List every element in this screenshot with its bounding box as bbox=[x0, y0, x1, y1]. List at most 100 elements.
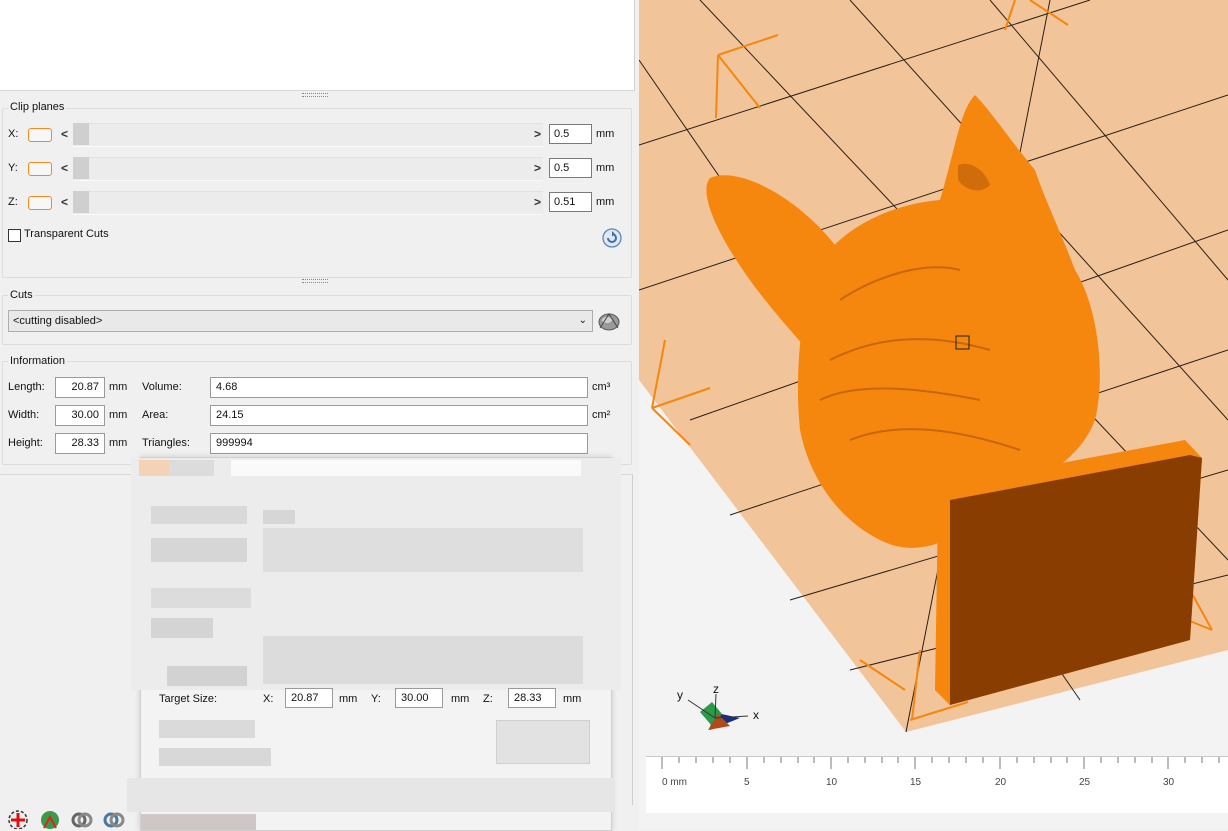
ruler-label-0: 0 mm bbox=[662, 777, 687, 788]
split-icon[interactable] bbox=[102, 808, 126, 829]
width-field: 30.00 bbox=[55, 405, 105, 426]
clip-z-color-swatch[interactable] bbox=[28, 196, 52, 210]
chevron-down-icon: ⌄ bbox=[578, 315, 587, 326]
clip-y-color-swatch[interactable] bbox=[28, 162, 52, 176]
clip-y-unit: mm bbox=[596, 162, 615, 174]
length-field: 20.87 bbox=[55, 377, 105, 398]
clip-x-unit: mm bbox=[596, 128, 615, 140]
pixelated-block bbox=[167, 666, 247, 686]
axis-x-label: x bbox=[753, 708, 759, 722]
pixelated-block bbox=[151, 506, 247, 524]
scale-dialog: Target Size: X: 20.87 mm Y: 30.00 mm Z: … bbox=[127, 457, 621, 831]
clip-z-left-arrow[interactable]: < bbox=[61, 195, 68, 209]
clip-x-label: X: bbox=[8, 128, 19, 140]
add-part-icon[interactable] bbox=[6, 808, 30, 829]
axis-triad bbox=[687, 693, 749, 730]
clip-x-slider[interactable] bbox=[73, 123, 543, 147]
transparent-cuts-label: Transparent Cuts bbox=[24, 228, 109, 240]
target-x-input[interactable]: 20.87 bbox=[285, 688, 333, 708]
volume-label: Volume: bbox=[142, 381, 182, 393]
ruler-label-30: 30 bbox=[1163, 777, 1175, 788]
clip-z-slider[interactable] bbox=[73, 191, 543, 215]
target-x-label: X: bbox=[263, 693, 274, 705]
ruler-label-15: 15 bbox=[910, 777, 922, 788]
target-z-unit: mm bbox=[563, 693, 582, 705]
volume-unit: cm³ bbox=[592, 381, 611, 393]
splitter-grip[interactable] bbox=[302, 93, 328, 97]
width-unit: mm bbox=[109, 409, 128, 421]
width-label: Width: bbox=[8, 409, 40, 421]
triangles-label: Triangles: bbox=[142, 437, 190, 449]
clip-y-left-arrow[interactable]: < bbox=[61, 161, 68, 175]
clip-x-color-swatch[interactable] bbox=[28, 128, 52, 142]
pixelated-block bbox=[127, 778, 613, 812]
cuts-dropdown-value: <cutting disabled> bbox=[13, 315, 103, 327]
clip-y-input[interactable]: 0.5 bbox=[549, 158, 592, 178]
axis-z-label: z bbox=[713, 682, 719, 696]
clip-z-label: Z: bbox=[8, 196, 18, 208]
cut-tool-icon[interactable] bbox=[597, 310, 621, 332]
triangles-field: 999994 bbox=[210, 433, 588, 454]
merge-icon[interactable] bbox=[70, 808, 94, 829]
information-title: Information bbox=[8, 355, 68, 367]
target-z-input[interactable]: 28.33 bbox=[508, 688, 556, 708]
clip-z-input[interactable]: 0.51 bbox=[549, 192, 592, 212]
pixelated-block bbox=[263, 528, 583, 572]
clip-x-slider-thumb[interactable] bbox=[73, 123, 89, 145]
pixelated-block bbox=[151, 588, 251, 608]
scene-svg bbox=[639, 0, 1228, 733]
target-z-label: Z: bbox=[483, 693, 493, 705]
pixelated-block bbox=[231, 460, 581, 476]
target-y-input[interactable]: 30.00 bbox=[395, 688, 443, 708]
ruler: 0 mm 5 10 15 20 25 30 bbox=[646, 756, 1228, 813]
cuts-title: Cuts bbox=[8, 289, 35, 301]
pixelated-block bbox=[263, 510, 295, 524]
ruler-label-10: 10 bbox=[826, 777, 838, 788]
clip-y-slider[interactable] bbox=[73, 157, 543, 181]
pixelated-block bbox=[141, 814, 256, 830]
target-y-unit: mm bbox=[451, 693, 470, 705]
ruler-ticks bbox=[661, 757, 1220, 769]
splitter-grip-2[interactable] bbox=[302, 279, 328, 283]
ruler-label-25: 25 bbox=[1079, 777, 1091, 788]
height-unit: mm bbox=[109, 437, 128, 449]
clip-x-left-arrow[interactable]: < bbox=[61, 127, 68, 141]
height-label: Height: bbox=[8, 437, 43, 449]
area-field: 24.15 bbox=[210, 405, 588, 426]
volume-field: 4.68 bbox=[210, 377, 588, 398]
pixelated-button[interactable] bbox=[496, 720, 590, 764]
pixelated-block bbox=[159, 748, 271, 766]
ruler-label-20: 20 bbox=[995, 777, 1007, 788]
target-y-label: Y: bbox=[371, 693, 381, 705]
pixelated-block bbox=[263, 636, 583, 684]
clip-planes-title: Clip planes bbox=[8, 101, 67, 113]
pixelated-block bbox=[139, 460, 169, 476]
clip-y-right-arrow[interactable]: > bbox=[534, 161, 541, 175]
clip-y-slider-thumb[interactable] bbox=[73, 157, 89, 179]
object-list-area[interactable] bbox=[0, 0, 635, 91]
area-label: Area: bbox=[142, 409, 169, 421]
transparent-cuts-checkbox[interactable] bbox=[8, 229, 21, 242]
repair-icon[interactable] bbox=[38, 808, 62, 829]
reset-clip-icon[interactable] bbox=[602, 228, 622, 248]
clip-z-right-arrow[interactable]: > bbox=[534, 195, 541, 209]
pixelated-block bbox=[159, 720, 255, 738]
3d-viewport[interactable]: x y z bbox=[639, 0, 1228, 829]
height-field: 28.33 bbox=[55, 433, 105, 454]
target-size-label: Target Size: bbox=[159, 693, 218, 705]
axis-y-label: y bbox=[677, 688, 683, 702]
pixelated-block bbox=[151, 618, 213, 638]
area-unit: cm² bbox=[592, 409, 611, 421]
clip-z-unit: mm bbox=[596, 196, 615, 208]
target-x-unit: mm bbox=[339, 693, 358, 705]
pixelated-block bbox=[151, 538, 247, 562]
clip-y-label: Y: bbox=[8, 162, 18, 174]
clip-x-input[interactable]: 0.5 bbox=[549, 124, 592, 144]
ruler-label-5: 5 bbox=[744, 777, 750, 788]
clip-x-right-arrow[interactable]: > bbox=[534, 127, 541, 141]
clip-z-slider-thumb[interactable] bbox=[73, 191, 89, 213]
length-label: Length: bbox=[8, 381, 45, 393]
pixelated-block bbox=[169, 460, 214, 476]
length-unit: mm bbox=[109, 381, 128, 393]
cuts-dropdown[interactable]: <cutting disabled> ⌄ bbox=[8, 310, 593, 332]
